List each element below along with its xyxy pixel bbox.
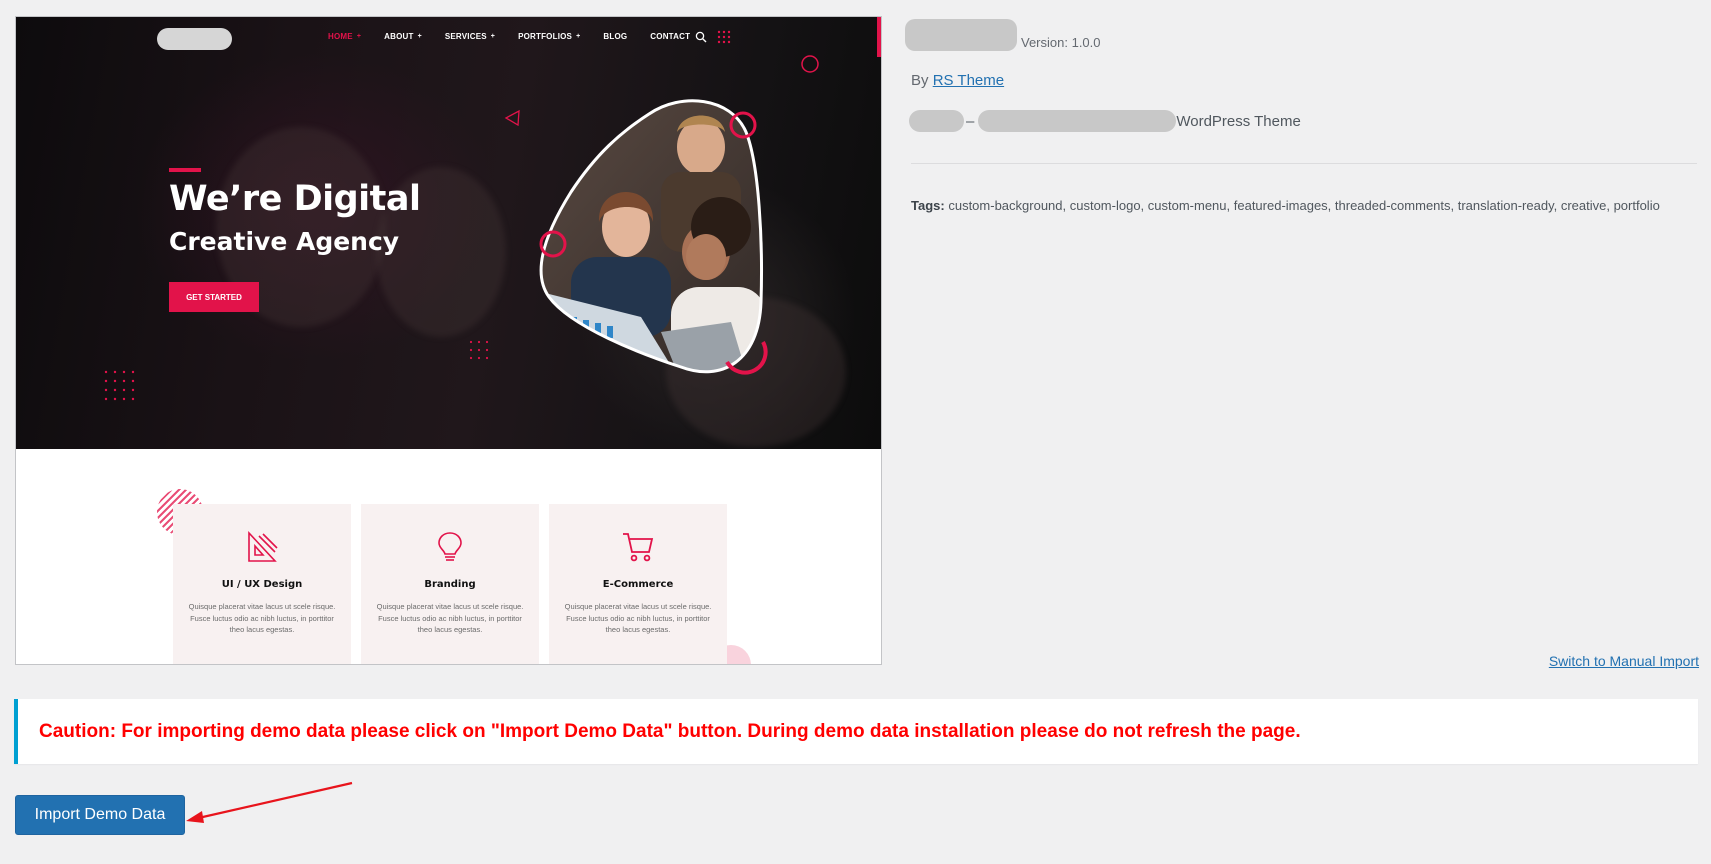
card-text: Quisque placerat vitae lacus ut scele ri… [564,602,712,634]
hero-photo [539,99,768,375]
hero-subtitle: Creative Agency [169,227,400,256]
theme-version: Version: 1.0.0 [1021,35,1101,50]
theme-tags: Tags: custom-background, custom-logo, cu… [911,198,1660,213]
get-started-button[interactable]: GET STARTED [169,282,259,312]
card-text: Quisque placerat vitae lacus ut scele ri… [376,602,524,634]
caution-text: Caution: For importing demo data please … [39,721,1301,742]
arrow-annotation-icon [186,781,353,823]
card-title: UI / UX Design [221,579,303,590]
dot-grid-icon [104,370,135,401]
caution-notice: Caution: For importing demo data please … [14,699,1698,764]
lightbulb-icon [438,532,462,561]
author-link[interactable]: RS Theme [933,72,1004,89]
shopping-cart-icon [623,533,654,562]
card-text: Quisque placerat vitae lacus ut scele ri… [188,602,336,634]
services-section: UI / UX Design Quisque placerat vitae la… [16,449,881,664]
import-demo-data-button[interactable]: Import Demo Data [15,795,185,835]
description-suffix: WordPress Theme [1176,112,1301,130]
service-card: Branding Quisque placerat vitae lacus ut… [361,504,539,664]
design-tools-icon [248,530,278,562]
theme-author: By RS Theme [911,72,1004,89]
service-card: E-Commerce Quisque placerat vitae lacus … [549,504,727,664]
hero-section: HOME + ABOUT + SERVICES + PORTFOLIOS + BLOG … [16,17,881,449]
description-separator: – [966,112,975,130]
triangle-icon [504,109,520,127]
description-redacted [978,110,1177,132]
card-title: E-Commerce [602,579,674,590]
ring-icon [801,55,819,73]
tags-list: custom-background, custom-logo, custom-m… [948,198,1660,213]
description-redacted [909,110,964,132]
accent-line [169,168,201,172]
divider [911,163,1697,164]
theme-name-redacted [905,19,1017,51]
switch-manual-import-link[interactable]: Switch to Manual Import [1549,653,1699,669]
card-title: Branding [424,579,476,590]
author-prefix: By [911,72,929,89]
service-card: UI / UX Design Quisque placerat vitae la… [173,504,351,664]
theme-screenshot: HOME + ABOUT + SERVICES + PORTFOLIOS + BLOG … [15,16,882,665]
theme-description: – WordPress Theme [909,110,1301,132]
dot-grid-icon [469,340,489,360]
hero-title: We’re Digital [169,179,421,219]
tags-label: Tags: [911,198,945,213]
